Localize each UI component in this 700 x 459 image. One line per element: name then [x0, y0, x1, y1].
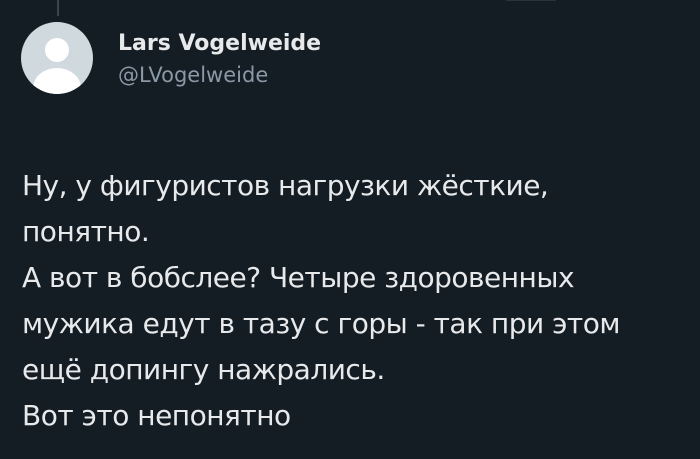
avatar[interactable]: [21, 22, 93, 94]
tweet-text-line: А вот в бобслее? Четыре здоровенных: [22, 261, 575, 294]
tweet-text-line: Ну, у фигуристов нагрузки жёсткие,: [22, 169, 549, 202]
top-divider: [506, 0, 556, 1]
tweet-text: Ну, у фигуристов нагрузки жёсткие, понят…: [22, 163, 682, 439]
tweet-text-line: мужика едут в тазу с горы - так при этом: [22, 307, 621, 340]
tweet-text-line: ещё допингу нажрались.: [22, 353, 385, 386]
default-profile-icon: [33, 38, 81, 94]
author-handle[interactable]: @LVogelweide: [118, 61, 268, 89]
tweet-text-line: понятно.: [22, 215, 150, 248]
thread-connector-line: [57, 0, 59, 16]
tweet-text-line: Вот это непонятно: [22, 399, 291, 432]
author-display-name[interactable]: Lars Vogelweide: [118, 30, 321, 58]
